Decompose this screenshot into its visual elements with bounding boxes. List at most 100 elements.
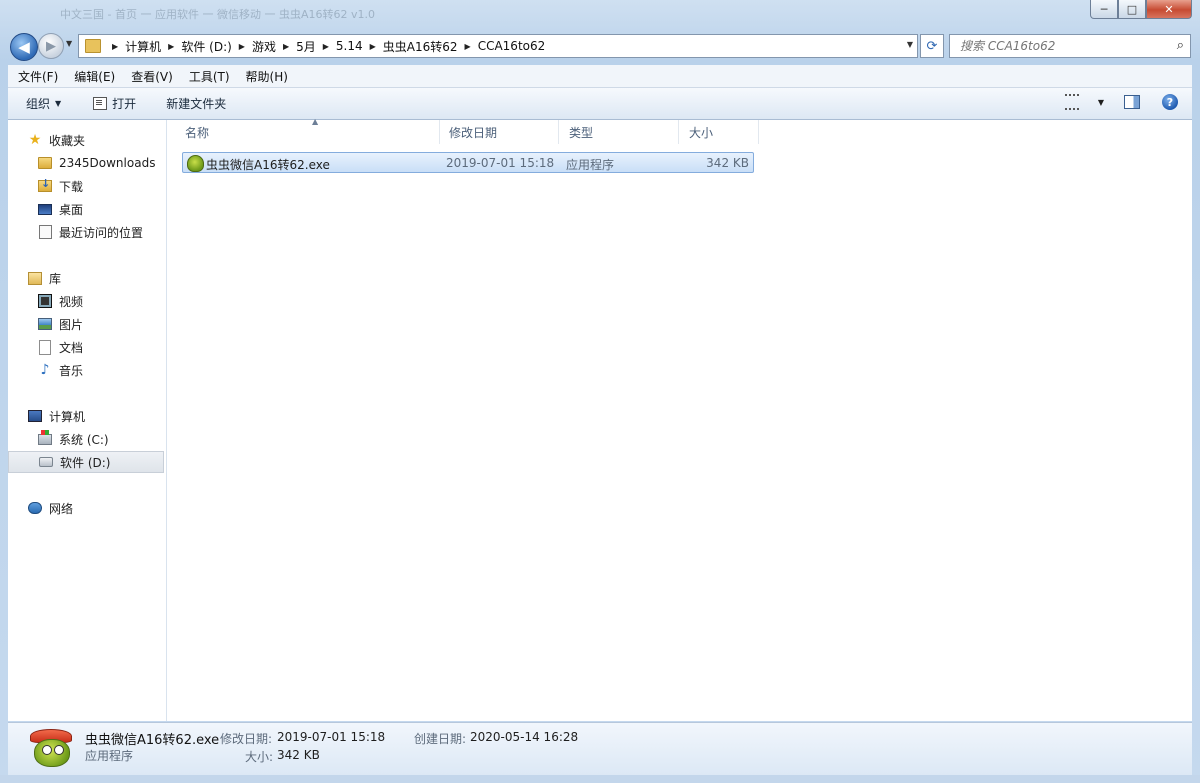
toolbar-right: ▼ ?: [1064, 94, 1178, 110]
sidebar-item-label: 视频: [59, 294, 84, 309]
forward-button[interactable]: ▶: [38, 33, 64, 59]
breadcrumb-computer[interactable]: 计算机: [125, 38, 161, 55]
chevron-right-icon[interactable]: ▶: [323, 42, 329, 51]
chevron-right-icon[interactable]: ▶: [465, 42, 471, 51]
sidebar-item-label: 音乐: [59, 363, 84, 378]
details-modified-value: 2019-07-01 15:18: [277, 730, 386, 744]
column-name-label: 名称: [185, 125, 210, 140]
details-size-label: 大小:: [245, 750, 274, 764]
file-row[interactable]: 虫虫微信A16转62.exe 2019-07-01 15:18 应用程序 342…: [182, 152, 754, 173]
address-bar[interactable]: ▶ 计算机 ▶ 软件 (D:) ▶ 游戏 ▶ 5月 ▶ 5.14 ▶ 虫虫A16…: [78, 34, 918, 58]
search-input[interactable]: [958, 38, 1167, 54]
downloads-icon: [38, 177, 52, 192]
breadcrumb-may[interactable]: 5月: [296, 38, 316, 55]
breadcrumb-app-folder[interactable]: 虫虫A16转62: [383, 38, 458, 55]
folder-icon: [38, 157, 52, 169]
network-icon: [28, 502, 42, 514]
organize-button[interactable]: 组织 ▼: [26, 95, 61, 112]
sidebar-group-label: 计算机: [49, 409, 86, 424]
sidebar-group-label: 收藏夹: [49, 133, 86, 148]
file-size: 342 KB: [706, 156, 749, 170]
sidebar-item-drive-d[interactable]: 软件 (D:): [8, 451, 164, 473]
sidebar-item-label: 软件 (D:): [60, 455, 111, 470]
sidebar-item-label: 文档: [59, 340, 84, 355]
document-icon: [39, 339, 51, 355]
chevron-right-icon[interactable]: ▶: [112, 42, 118, 51]
sidebar-item-label: 图片: [59, 317, 84, 332]
title-bar: 中文三国 - 首页 一 应用软件 一 微信移动 一 虫虫A16转62 v1.0 …: [0, 0, 1200, 30]
sidebar-libraries[interactable]: 库: [8, 267, 184, 289]
sidebar-computer[interactable]: 计算机: [8, 405, 184, 427]
window-title: 中文三国 - 首页 一 应用软件 一 微信移动 一 虫虫A16转62 v1.0: [60, 8, 375, 21]
computer-icon: [28, 410, 42, 422]
refresh-button[interactable]: ⟳: [920, 34, 944, 58]
recent-places-icon: [38, 225, 52, 239]
chevron-right-icon[interactable]: ▶: [239, 42, 245, 51]
open-label: 打开: [112, 97, 137, 111]
application-icon: [26, 727, 76, 773]
chevron-right-icon[interactable]: ▶: [370, 42, 376, 51]
file-type: 应用程序: [566, 158, 615, 172]
details-pane: 虫虫微信A16转62.exe 应用程序 修改日期: 2019-07-01 15:…: [8, 722, 1192, 776]
back-button[interactable]: ◀: [10, 33, 38, 61]
sidebar-group-label: 网络: [49, 501, 74, 516]
chevron-down-icon[interactable]: ▼: [907, 40, 913, 49]
search-icon[interactable]: ⌕: [1177, 38, 1184, 53]
menu-edit[interactable]: 编辑(E): [74, 68, 115, 85]
breadcrumb-514[interactable]: 5.14: [336, 39, 363, 53]
recent-pages-dropdown[interactable]: ▼: [66, 39, 72, 48]
close-button[interactable]: ✕: [1146, 0, 1192, 19]
breadcrumb-drive-d[interactable]: 软件 (D:): [181, 38, 231, 55]
star-icon: ★: [28, 132, 42, 148]
command-bar: 组织 ▼ 打开 新建文件夹 ▼ ?: [8, 88, 1192, 120]
help-icon[interactable]: ?: [1162, 94, 1178, 110]
sidebar-item-label: 桌面: [59, 202, 84, 217]
search-box[interactable]: ⌕: [949, 34, 1191, 58]
details-created-value: 2020-05-14 16:28: [470, 730, 579, 744]
sidebar-item-label: 2345Downloads: [59, 156, 156, 170]
file-list: 名称 ▲ 修改日期 类型 大小 虫虫微信A16转62.exe 2019-07-0…: [167, 117, 1192, 721]
breadcrumb-current[interactable]: CCA16to62: [478, 39, 546, 53]
menu-help[interactable]: 帮助(H): [246, 68, 288, 85]
music-icon: ♪: [40, 362, 50, 378]
open-button[interactable]: 打开: [93, 95, 136, 112]
column-header-name[interactable]: 名称 ▲: [175, 117, 440, 144]
details-size-value: 342 KB: [277, 748, 320, 762]
menu-view[interactable]: 查看(V): [131, 68, 173, 85]
file-modified: 2019-07-01 15:18: [446, 156, 555, 170]
video-icon: [38, 294, 52, 308]
window-controls: ─ □ ✕: [1090, 0, 1192, 19]
sidebar-network[interactable]: 网络: [8, 497, 184, 519]
column-header-modified[interactable]: 修改日期: [439, 120, 559, 144]
preview-pane-icon[interactable]: [1124, 95, 1140, 109]
details-filename: 虫虫微信A16转62.exe: [85, 733, 220, 748]
column-header-type[interactable]: 类型: [559, 120, 679, 144]
chevron-down-icon[interactable]: ▼: [1098, 98, 1104, 107]
menu-tools[interactable]: 工具(T): [189, 68, 230, 85]
navigation-pane: ★ 收藏夹 2345Downloads 下载 桌面 最近访问的位置 库 视频: [8, 120, 167, 721]
picture-icon: [38, 318, 52, 330]
chevron-right-icon[interactable]: ▶: [168, 42, 174, 51]
file-name: 虫虫微信A16转62.exe: [206, 158, 330, 172]
desktop-icon: [38, 203, 52, 215]
folder-icon: [85, 39, 101, 53]
view-options-icon[interactable]: [1064, 94, 1079, 110]
column-header-size[interactable]: 大小: [679, 120, 759, 144]
chevron-right-icon[interactable]: ▶: [283, 42, 289, 51]
sidebar-favorites[interactable]: ★ 收藏夹: [8, 129, 184, 151]
system-drive-icon: [38, 429, 52, 445]
sidebar-group-label: 库: [49, 271, 62, 286]
minimize-button[interactable]: ─: [1090, 0, 1118, 19]
breadcrumb-games[interactable]: 游戏: [252, 38, 276, 55]
menu-bar: 文件(F) 编辑(E) 查看(V) 工具(T) 帮助(H): [8, 65, 1192, 88]
maximize-button[interactable]: □: [1118, 0, 1146, 19]
details-filetype: 应用程序: [85, 749, 134, 763]
new-folder-button[interactable]: 新建文件夹: [166, 95, 226, 112]
sidebar-item-label: 最近访问的位置: [59, 225, 144, 240]
menu-file[interactable]: 文件(F): [18, 68, 58, 85]
sidebar-item-label: 下载: [59, 179, 84, 194]
application-icon: [187, 155, 204, 172]
organize-label: 组织: [26, 97, 51, 111]
window-bottom-border: [0, 775, 1200, 783]
drive-icon: [39, 457, 53, 467]
